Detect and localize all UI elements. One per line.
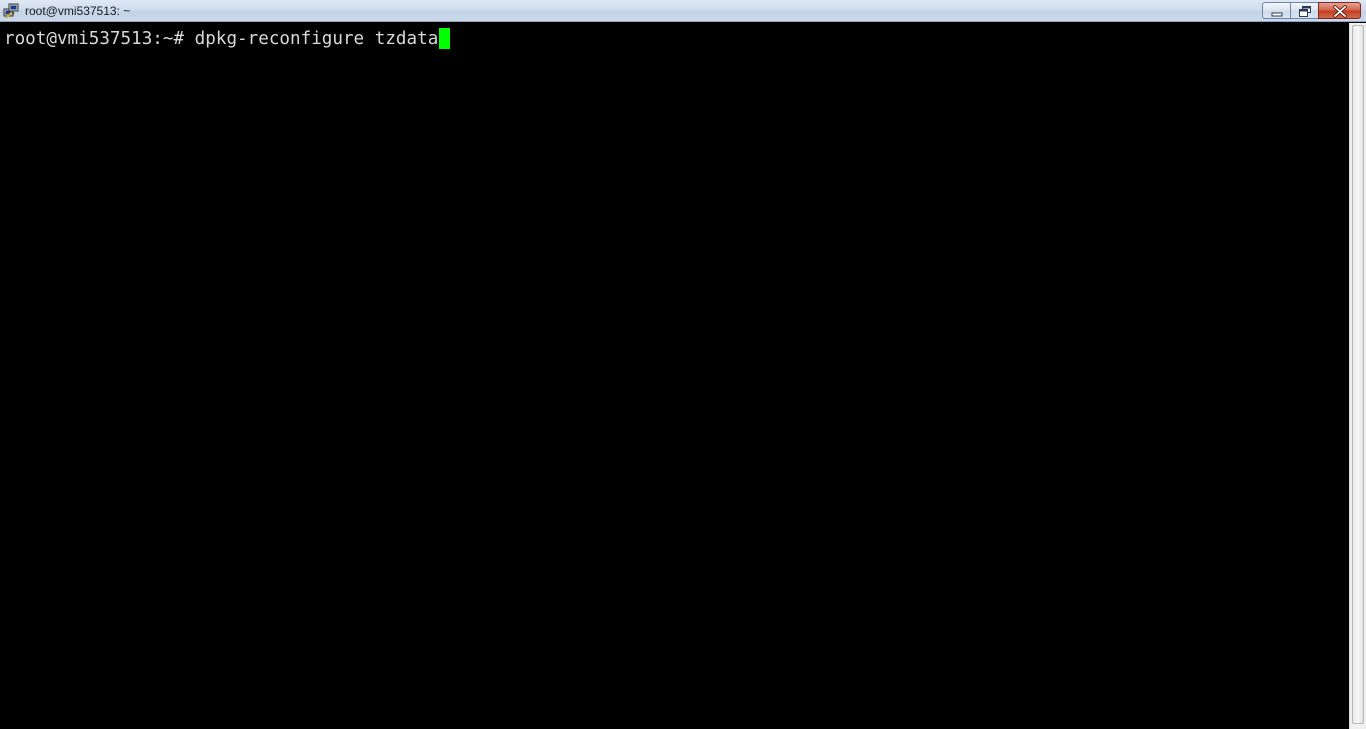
restore-button[interactable] (1290, 2, 1319, 19)
close-button[interactable] (1318, 2, 1361, 19)
putty-window: root@vmi537513: ~ root@vmi537513:~# dpkg… (0, 0, 1366, 729)
text-cursor (439, 28, 451, 49)
minimize-button[interactable] (1262, 2, 1291, 19)
close-icon (1333, 5, 1347, 18)
scrollbar-thumb[interactable] (1352, 25, 1364, 724)
terminal-area[interactable]: root@vmi537513:~# dpkg-reconfigure tzdat… (0, 23, 1349, 729)
caption-buttons (1262, 2, 1361, 19)
window-title: root@vmi537513: ~ (25, 4, 131, 18)
command-text: dpkg-reconfigure tzdata (194, 29, 439, 49)
putty-icon[interactable] (3, 3, 19, 19)
shell-prompt: root@vmi537513:~# (4, 29, 195, 49)
minimize-icon (1271, 12, 1283, 17)
command-line: root@vmi537513:~# dpkg-reconfigure tzdat… (4, 28, 451, 50)
restore-icon (1299, 6, 1311, 17)
vertical-scrollbar[interactable] (1349, 23, 1366, 729)
title-bar[interactable]: root@vmi537513: ~ (0, 0, 1366, 22)
